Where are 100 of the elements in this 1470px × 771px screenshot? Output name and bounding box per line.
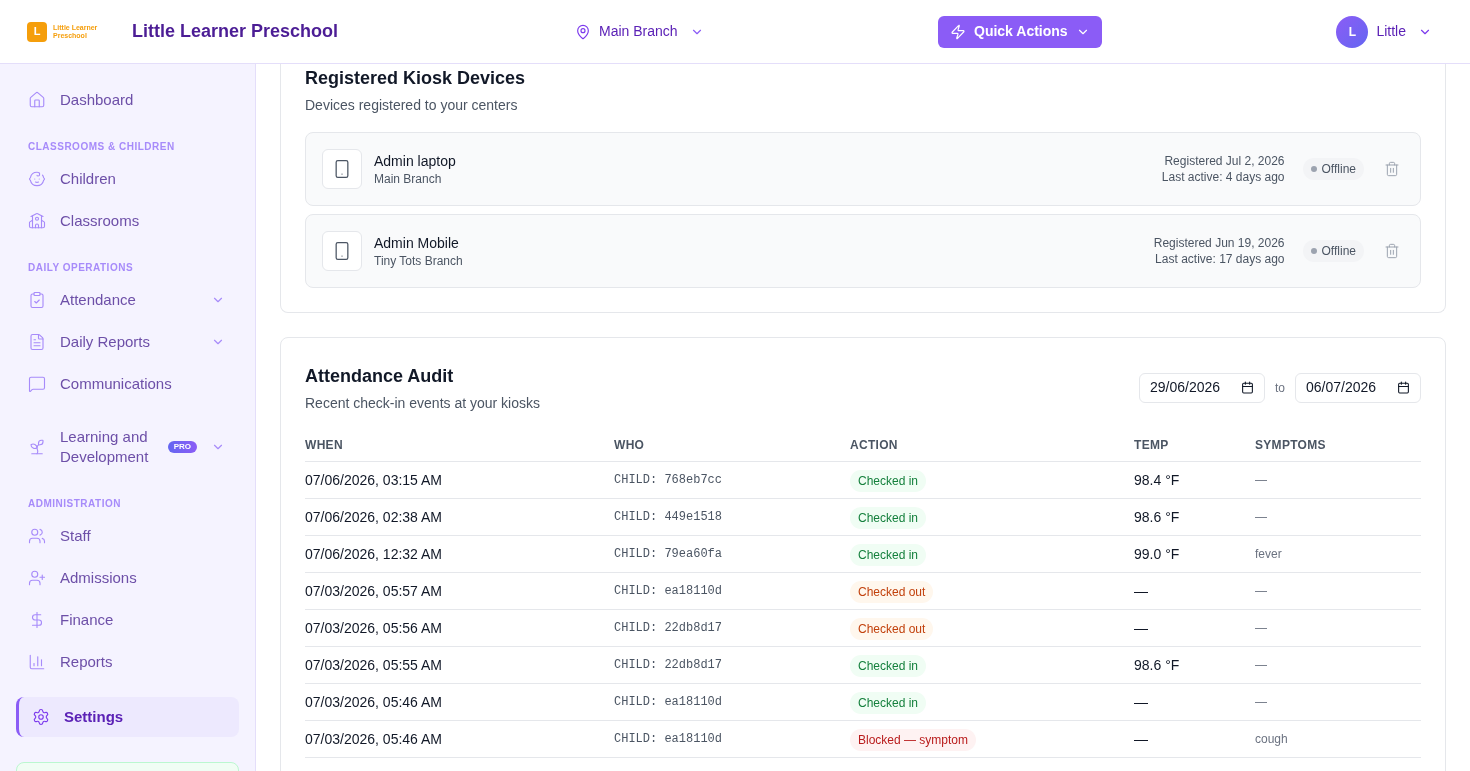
nav-item[interactable]: Classrooms	[16, 200, 239, 242]
table-cell-text: CHILD: ea18110d	[614, 694, 723, 711]
status-badge: Checked in	[850, 692, 927, 714]
device-branch: Tiny Tots Branch	[374, 253, 463, 269]
status-pill: Offline	[1302, 240, 1364, 262]
registered-date: Registered Jun 19, 2026	[1153, 235, 1285, 251]
table-cell-text: 07/06/2026, 12:32 AM	[305, 544, 442, 564]
nav-item[interactable]: Reports	[16, 641, 239, 683]
date-field[interactable]: 06/07/2026	[1295, 372, 1421, 403]
column-header: SYMPTOMS	[1255, 437, 1326, 454]
registered-date: Registered Jul 2, 2026	[1164, 153, 1285, 169]
nav-item[interactable]: Learning and Development PRO	[16, 416, 239, 478]
calendar-icon	[1397, 381, 1410, 394]
chat-bubble-icon	[28, 375, 46, 393]
lightning-icon	[950, 23, 966, 40]
section-heading: CLASSROOMS & CHILDREN	[27, 140, 176, 154]
table-cell-text: CHILD: ea18110d	[614, 583, 723, 600]
status-badge: Blocked — symptom	[850, 729, 977, 751]
nav-item[interactable]: Staff	[16, 515, 239, 557]
user-plus-icon	[28, 569, 46, 587]
plan-badge: PRO	[167, 441, 197, 453]
table-cell-text: CHILD: 22db8d17	[614, 657, 723, 674]
table-cell-text: —	[1134, 729, 1148, 749]
table-cell-text: —	[1134, 618, 1148, 638]
table-cell-text: fever	[1255, 546, 1282, 563]
trash-icon	[1384, 243, 1400, 259]
tablet-icon	[322, 231, 362, 271]
settings-icon	[32, 708, 50, 726]
status-badge: Checked in	[850, 544, 927, 566]
app-title: Little Learner Preschool	[132, 20, 339, 43]
table-cell-text: —	[1255, 694, 1267, 711]
card-subtitle: Devices registered to your centers	[305, 96, 519, 115]
table-cell-text: 07/03/2026, 05:46 AM	[305, 692, 442, 712]
device-branch: Main Branch	[374, 171, 443, 187]
device-name: Admin laptop	[374, 152, 456, 171]
table-cell-text: CHILD: ea18110d	[614, 731, 723, 748]
house-icon	[28, 91, 46, 109]
last-active-text: Last active: 4 days ago	[1161, 169, 1285, 185]
baby-face-icon	[28, 170, 46, 188]
branch-selector[interactable]: Main Branch	[575, 21, 704, 42]
user-avatar: L	[1336, 15, 1369, 48]
table-cell-text: 98.4 °F	[1134, 470, 1180, 490]
section-heading: DAILY OPERATIONS	[27, 261, 135, 275]
sprout-icon	[28, 438, 46, 456]
nav-item[interactable]: Settings	[16, 697, 239, 737]
table-cell-text: 07/03/2026, 05:46 AM	[305, 729, 442, 749]
user-menu[interactable]: L Little	[1336, 15, 1432, 48]
trash-icon	[1384, 161, 1400, 177]
column-header: TEMP	[1134, 437, 1169, 454]
calendar-icon	[1241, 381, 1254, 394]
table-cell-text: 99.0 °F	[1134, 544, 1180, 564]
nav-item[interactable]: Dashboard	[16, 79, 239, 121]
date-field[interactable]: 29/06/2026	[1139, 372, 1265, 403]
table-cell-text: —	[1255, 509, 1267, 526]
table-cell-text: —	[1255, 657, 1267, 674]
clipboard-check-icon	[28, 291, 46, 309]
table-cell-text: CHILD: 22db8d17	[614, 620, 723, 637]
nav-item[interactable]: Children	[16, 158, 239, 200]
quick-actions-button[interactable]: Quick Actions	[938, 15, 1102, 48]
column-header: WHO	[614, 437, 645, 454]
status-badge: Checked in	[850, 470, 927, 492]
table-cell-text: —	[1255, 472, 1267, 489]
table-cell-text: 07/06/2026, 02:38 AM	[305, 507, 442, 527]
table-cell-text: 98.6 °F	[1134, 507, 1180, 527]
last-active-text: Last active: 17 days ago	[1155, 251, 1285, 267]
table-cell-text: cough	[1255, 731, 1288, 748]
table-cell-text: 07/06/2026, 03:15 AM	[305, 470, 442, 490]
status-pill: Offline	[1302, 158, 1364, 180]
table-cell-text: 07/03/2026, 05:55 AM	[305, 655, 442, 675]
table-cell-text: 07/03/2026, 05:56 AM	[305, 618, 442, 638]
card-title: Registered Kiosk Devices	[305, 67, 527, 90]
section-heading: ADMINISTRATION	[27, 497, 122, 511]
card-title: Attendance Audit	[305, 365, 455, 388]
date-separator: to	[1275, 379, 1285, 397]
status-badge: Checked out	[850, 581, 934, 603]
status-badge: Checked in	[850, 507, 927, 529]
status-badge: Checked out	[850, 618, 934, 640]
tablet-icon	[322, 149, 362, 189]
nav-item[interactable]: Attendance	[16, 279, 239, 321]
table-cell-text: CHILD: 449e1518	[614, 509, 723, 526]
nav-item[interactable]: Admissions	[16, 557, 239, 599]
table-cell-text: —	[1134, 692, 1148, 712]
nav-item[interactable]: Communications	[16, 363, 239, 405]
table-cell-text: 07/03/2026, 05:57 AM	[305, 581, 442, 601]
school-icon	[28, 212, 46, 230]
users-icon	[28, 527, 46, 545]
nav-item[interactable]: Daily Reports	[16, 321, 239, 363]
logo-mark: L	[27, 21, 47, 42]
table-cell-text: CHILD: 79ea60fa	[614, 546, 723, 563]
card-subtitle: Recent check-in events at your kiosks	[305, 394, 540, 413]
map-pin-icon	[575, 23, 591, 40]
table-cell-text: —	[1255, 620, 1267, 637]
bar-chart-icon	[28, 653, 46, 671]
table-cell-text: CHILD: 768eb7cc	[614, 472, 723, 489]
device-name: Admin Mobile	[374, 234, 460, 253]
column-header: WHEN	[305, 437, 343, 454]
column-header: ACTION	[850, 437, 898, 454]
nav-item[interactable]: Finance	[16, 599, 239, 641]
table-cell-text: 98.6 °F	[1134, 655, 1180, 675]
document-icon	[28, 333, 46, 351]
